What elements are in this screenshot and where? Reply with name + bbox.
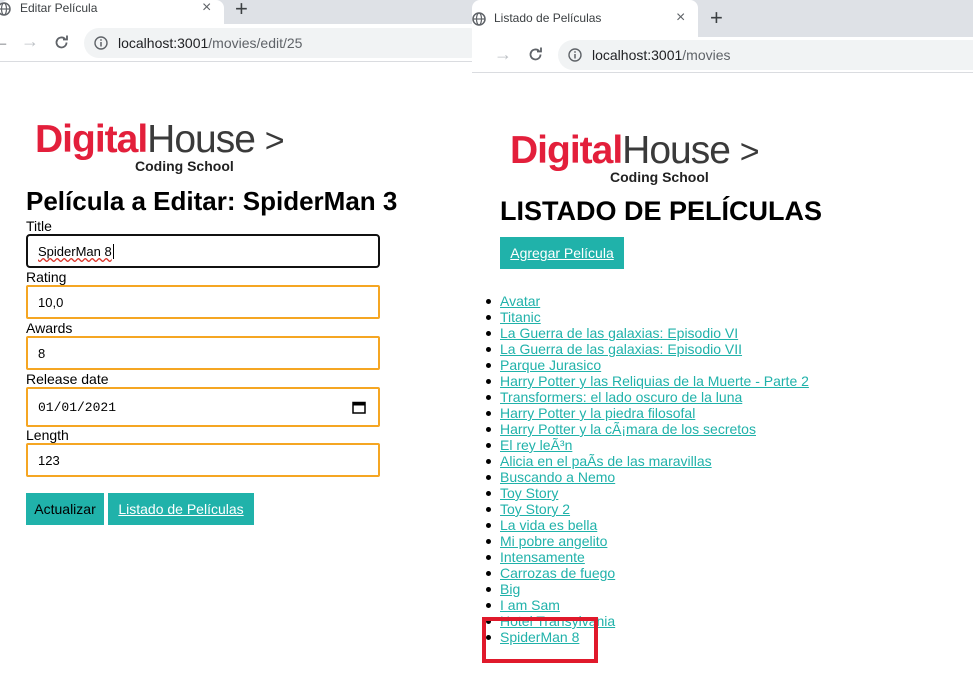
movie-link[interactable]: Parque Jurasico <box>500 357 601 373</box>
list-item: Parque Jurasico <box>486 357 809 373</box>
page-title: LISTADO DE PELÍCULAS <box>500 196 823 226</box>
title-input[interactable]: SpiderMan 8 <box>26 234 380 268</box>
tab-edit-movie[interactable]: Editar Película × <box>0 0 224 24</box>
highlight-box <box>482 617 598 663</box>
title-label: Title <box>26 218 52 234</box>
release-date-value: 01/01/2021 <box>38 400 117 415</box>
list-item: Harry Potter y las Reliquias de la Muert… <box>486 373 809 389</box>
awards-label: Awards <box>26 320 73 336</box>
movie-link[interactable]: La Guerra de las galaxias: Episodio VI <box>500 325 738 341</box>
tab-title: Listado de Películas <box>494 11 602 25</box>
list-item: Transformers: el lado oscuro de la luna <box>486 389 809 405</box>
close-icon[interactable]: × <box>676 10 685 26</box>
list-item: Big <box>486 581 809 597</box>
tab-movie-list[interactable]: Listado de Películas × <box>472 0 698 37</box>
movie-link[interactable]: Toy Story 2 <box>500 501 570 517</box>
list-item: La Guerra de las galaxias: Episodio VI <box>486 325 809 341</box>
list-item: La vida es bella <box>486 517 809 533</box>
reload-icon[interactable] <box>527 46 544 63</box>
movie-link[interactable]: Avatar <box>500 293 540 309</box>
movie-link[interactable]: Titanic <box>500 309 541 325</box>
list-item: Titanic <box>486 309 809 325</box>
movie-link[interactable]: Carrozas de fuego <box>500 565 615 581</box>
movie-link[interactable]: El rey leÃ³n <box>500 437 572 453</box>
text-caret <box>112 244 114 259</box>
rating-label: Rating <box>26 269 67 285</box>
browser-window-edit: Editar Película × + ← → localhost:3001/m… <box>0 0 472 684</box>
movie-link[interactable]: Big <box>500 581 520 597</box>
list-item: Alicia en el paÃ­s de las maravillas <box>486 453 809 469</box>
tab-title: Editar Película <box>20 1 98 15</box>
browser-toolbar: → localhost:3001/movies <box>472 37 973 73</box>
movie-link[interactable]: Harry Potter y la cÃ¡mara de los secreto… <box>500 421 756 437</box>
list-item: Intensamente <box>486 549 809 565</box>
info-icon[interactable] <box>94 36 108 50</box>
release-date-label: Release date <box>26 371 109 387</box>
address-bar[interactable]: localhost:3001/movies <box>558 40 973 70</box>
movie-list: Avatar Titanic La Guerra de las galaxias: … <box>486 293 809 645</box>
movie-link[interactable]: Harry Potter y la piedra filosofal <box>500 405 695 421</box>
globe-icon <box>0 2 11 16</box>
length-label: Length <box>26 427 69 443</box>
calendar-icon[interactable] <box>352 400 366 414</box>
list-item: Harry Potter y la cÃ¡mara de los secreto… <box>486 421 809 437</box>
page-title: Película a Editar: SpiderMan 3 <box>26 186 398 216</box>
movie-link[interactable]: Buscando a Nemo <box>500 469 615 485</box>
list-item: La Guerra de las galaxias: Episodio VII <box>486 341 809 357</box>
tab-strip: Listado de Películas × + <box>472 0 973 37</box>
new-tab-icon[interactable]: + <box>235 0 248 20</box>
list-item: Buscando a Nemo <box>486 469 809 485</box>
movie-link[interactable]: La vida es bella <box>500 517 597 533</box>
add-movie-button[interactable]: Agregar Película <box>500 237 624 269</box>
url-text: localhost:3001/movies/edit/25 <box>118 35 303 51</box>
movie-link[interactable]: Harry Potter y las Reliquias de la Muert… <box>500 373 809 389</box>
tab-strip: Editar Película × + <box>0 0 472 24</box>
length-input[interactable]: 123 <box>26 443 380 477</box>
address-bar[interactable]: localhost:3001/movies/edit/25 <box>84 28 472 58</box>
movie-list-button[interactable]: Listado de Películas <box>108 493 254 525</box>
list-item: Harry Potter y la piedra filosofal <box>486 405 809 421</box>
list-item: Toy Story <box>486 485 809 501</box>
url-text: localhost:3001/movies <box>592 47 731 63</box>
digitalhouse-logo: DigitalHouse > Coding School <box>510 129 760 185</box>
list-item: Mi pobre angelito <box>486 533 809 549</box>
list-item: Avatar <box>486 293 809 309</box>
info-icon[interactable] <box>568 48 582 62</box>
movie-link[interactable]: Alicia en el paÃ­s de las maravillas <box>500 453 712 469</box>
list-item: Carrozas de fuego <box>486 565 809 581</box>
new-tab-icon[interactable]: + <box>710 7 723 29</box>
globe-icon <box>472 12 486 26</box>
forward-arrow-icon[interactable]: → <box>21 32 39 50</box>
list-item: El rey leÃ³n <box>486 437 809 453</box>
movie-link[interactable]: Intensamente <box>500 549 585 565</box>
browser-window-list: Listado de Películas × + → localhost:300… <box>472 0 973 684</box>
rating-input[interactable]: 10,0 <box>26 285 380 319</box>
reload-icon[interactable] <box>53 34 70 51</box>
digitalhouse-logo: DigitalHouse > Coding School <box>35 118 285 174</box>
back-arrow-icon[interactable]: ← <box>0 32 10 50</box>
update-button[interactable]: Actualizar <box>26 493 104 525</box>
movie-link[interactable]: Mi pobre angelito <box>500 533 607 549</box>
movie-link[interactable]: La Guerra de las galaxias: Episodio VII <box>500 341 742 357</box>
release-date-input[interactable]: 01/01/2021 <box>26 387 380 427</box>
awards-input[interactable]: 8 <box>26 336 380 370</box>
browser-toolbar: ← → localhost:3001/movies/edit/25 <box>0 24 472 62</box>
movie-link[interactable]: I am Sam <box>500 597 560 613</box>
close-icon[interactable]: × <box>202 0 211 16</box>
forward-arrow-icon[interactable]: → <box>494 45 512 63</box>
list-item: Toy Story 2 <box>486 501 809 517</box>
movie-link[interactable]: Transformers: el lado oscuro de la luna <box>500 389 742 405</box>
list-item: I am Sam <box>486 597 809 613</box>
movie-link[interactable]: Toy Story <box>500 485 558 501</box>
